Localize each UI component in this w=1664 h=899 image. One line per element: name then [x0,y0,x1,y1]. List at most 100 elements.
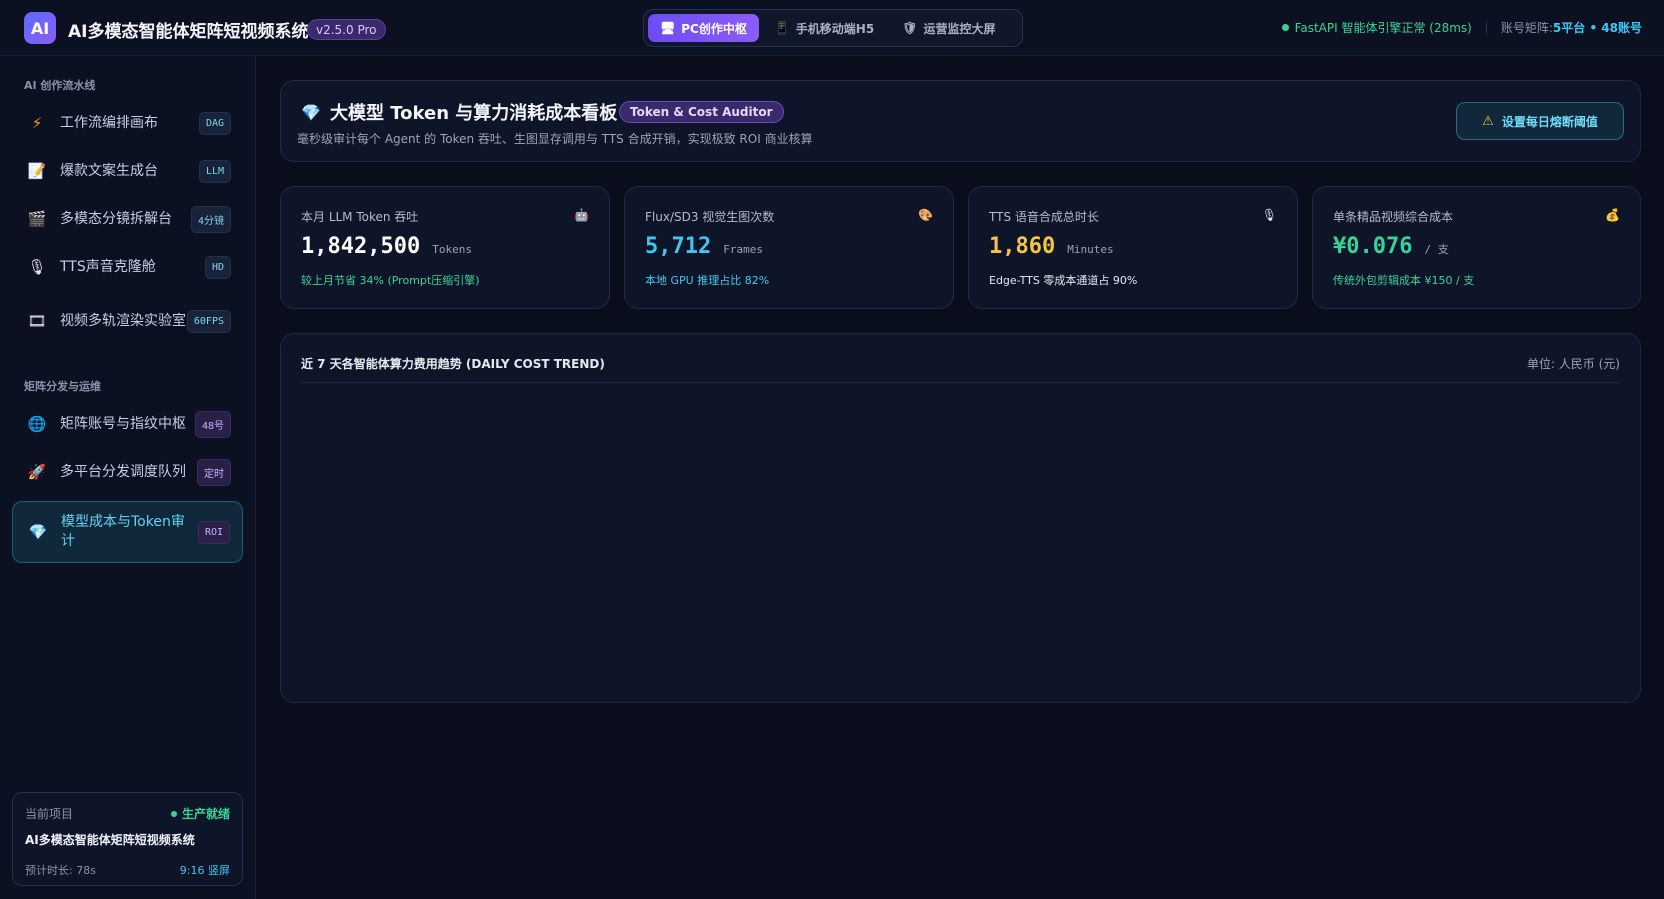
project-card[interactable]: 当前项目 生产就绪 AI多模态智能体矩阵短视频系统 预计时长: 78s 9:16… [12,792,243,886]
shield-icon: 🛡 [902,21,918,35]
stat-label: 本月 LLM Token 吞吐 [301,210,419,224]
set-threshold-label: 设置每日熔断阈值 [1501,114,1598,129]
page-title: 大模型 Token 与算力消耗成本看板 [330,103,618,124]
sidebar-item-label: 多平台分发调度队列 [60,463,186,480]
stat-value: 1,860 [989,234,1056,259]
project-duration: 预计时长: 78s [25,864,96,877]
money-bag-icon: 💰 [1605,208,1620,222]
sidebar-item-badge: 4分镜 [190,205,231,233]
sidebar-item-dispatch-queue[interactable]: 🚀 多平台分发调度队列 定时 [12,451,243,493]
sidebar-item-workflow[interactable]: ⚡ 工作流编排画布 DAG [12,102,243,144]
stat-unit: Tokens [432,243,472,256]
mode-monitor-button[interactable]: 🛡 运营监控大屏 [890,14,1007,42]
project-label: 当前项目 [25,807,74,821]
sidebar-item-copywriting[interactable]: 📝 爆款文案生成台 LLM [12,150,243,192]
globe-icon: 🌐 [27,415,47,433]
project-ratio: 9:16 竖屏 [179,864,230,877]
cost-trend-panel: 近 7 天各智能体算力费用趋势 (DAILY COST TREND) 单位: 人… [280,333,1641,703]
stat-unit: / 支 [1424,243,1449,256]
project-name: AI多模态智能体矩阵短视频系统 [25,833,195,847]
app-title: AI多模态智能体矩阵短视频系统 [68,22,309,42]
gem-icon: 💎 [28,523,48,541]
stat-note: 本地 GPU 推理占比 82% [645,274,770,287]
chart-area [301,394,1620,682]
sidebar-item-storyboard[interactable]: 🎬 多模态分镜拆解台 4分镜 [12,198,243,240]
document-icon: 📝 [27,162,47,180]
page-subtitle: 毫秒级审计每个 Agent 的 Token 吞吐、生图显存调用与 TTS 合成开… [297,132,813,146]
palette-icon: 🎨 [918,208,933,222]
sidebar-item-label: 工作流编排画布 [60,114,158,131]
stat-value: 5,712 [645,234,712,259]
sidebar: AI 创作流水线 ⚡ 工作流编排画布 DAG 📝 爆款文案生成台 LLM 🎬 多… [0,56,256,899]
rocket-icon: 🚀 [27,463,47,481]
stat-note: 较上月节省 34% (Prompt压缩引擎) [301,274,480,287]
stat-value: 1,842,500 [301,234,421,259]
mode-switch: 🖥 PC创作中枢 📱 手机移动端H5 🛡 运营监控大屏 [643,9,1023,47]
sidebar-item-label: 模型成本与Token审计 [61,514,185,549]
sidebar-item-badge: DAG [198,111,231,135]
sidebar-item-label: 视频多轨渲染实验室 [60,312,186,329]
account-label: 账号矩阵: [1500,21,1553,35]
stat-value: ¥0.076 [1333,234,1413,259]
sidebar-item-render-lab[interactable]: 🎞 视频多轨渲染实验室 60FPS [12,294,243,348]
version-badge: v2.5.0 Pro [307,19,386,40]
status-dot-icon [1281,24,1289,31]
chart-title: 近 7 天各智能体算力费用趋势 (DAILY COST TREND) [301,357,605,371]
clapper-icon: 🎬 [27,210,47,228]
mode-label: 手机移动端H5 [795,21,875,36]
sidebar-item-badge: HD [204,255,231,279]
stat-card-llm-tokens: 本月 LLM Token 吞吐 🤖 1,842,500 Tokens 较上月节省… [280,186,610,309]
sidebar-item-tts[interactable]: 🎙 TTS声音克隆舱 HD [12,246,243,288]
divider [301,382,1620,383]
sidebar-item-badge: ROI [197,520,230,544]
auditor-tag: Token & Cost Auditor [619,101,784,123]
status-dot-icon [170,810,177,817]
project-status: 生产就绪 [170,805,230,822]
stat-unit: Frames [723,243,763,256]
sidebar-item-badge: 定时 [197,458,231,486]
mode-pc-button[interactable]: 🖥 PC创作中枢 [648,14,759,42]
stat-note: Edge-TTS 零成本通道占 90% [989,274,1138,287]
mode-label: PC创作中枢 [681,21,747,36]
app-logo: AI [24,12,56,44]
mode-label: 运营监控大屏 [923,21,996,36]
sidebar-item-badge: 48号 [194,410,231,438]
sidebar-item-badge: LLM [198,159,231,183]
robot-icon: 🤖 [574,208,589,222]
divider [1485,20,1487,35]
stat-note: 传统外包剪辑成本 ¥150 / 支 [1333,274,1475,287]
film-icon: 🎞 [27,312,47,330]
section-label-pipeline: AI 创作流水线 [24,79,96,92]
section-label-distribution: 矩阵分发与运维 [24,380,101,393]
microphone-icon: 🎙 [27,258,47,276]
lightning-icon: ⚡ [31,114,43,132]
gem-icon: 💎 [301,103,321,122]
engine-status-text: FastAPI 智能体引擎正常 (28ms) [1294,21,1472,35]
set-threshold-button[interactable]: ⚠ 设置每日熔断阈值 [1456,102,1624,140]
stat-label: 单条精品视频综合成本 [1333,210,1454,224]
stat-card-image-gen: Flux/SD3 视觉生图次数 🎨 5,712 Frames 本地 GPU 推理… [624,186,954,309]
stat-label: Flux/SD3 视觉生图次数 [645,210,775,224]
top-bar: AI AI多模态智能体矩阵短视频系统 v2.5.0 Pro 🖥 PC创作中枢 📱… [0,0,1664,56]
engine-status: FastAPI 智能体引擎正常 (28ms) [1281,19,1472,36]
project-status-text: 生产就绪 [181,807,230,821]
sidebar-item-label: 爆款文案生成台 [60,162,158,179]
title-panel: 💎 大模型 Token 与算力消耗成本看板 Token & Cost Audit… [280,80,1641,162]
stat-card-tts-duration: TTS 语音合成总时长 🎙 1,860 Minutes Edge-TTS 零成本… [968,186,1298,309]
sidebar-item-label: 多模态分镜拆解台 [60,210,172,227]
sidebar-item-cost-audit[interactable]: 💎 模型成本与Token审计 ROI [12,501,243,563]
stat-card-video-cost: 单条精品视频综合成本 💰 ¥0.076 / 支 传统外包剪辑成本 ¥150 / … [1312,186,1641,309]
sidebar-item-accounts[interactable]: 🌐 矩阵账号与指纹中枢 48号 [12,403,243,445]
stat-label: TTS 语音合成总时长 [989,210,1099,224]
sidebar-item-label: 矩阵账号与指纹中枢 [60,415,186,432]
account-value: 5平台 • 48账号 [1552,21,1642,35]
phone-icon: 📱 [774,21,790,35]
sidebar-item-badge: 60FPS [186,309,231,333]
warning-icon: ⚠ [1482,113,1494,129]
stat-unit: Minutes [1067,243,1114,256]
status-area: FastAPI 智能体引擎正常 (28ms) 账号矩阵: 5平台 • 48账号 [1281,19,1642,36]
chart-unit: 单位: 人民币 (元) [1526,357,1620,371]
microphone-icon: 🎙 [1261,208,1277,222]
mode-mobile-button[interactable]: 📱 手机移动端H5 [763,14,886,42]
monitor-icon: 🖥 [660,21,676,35]
